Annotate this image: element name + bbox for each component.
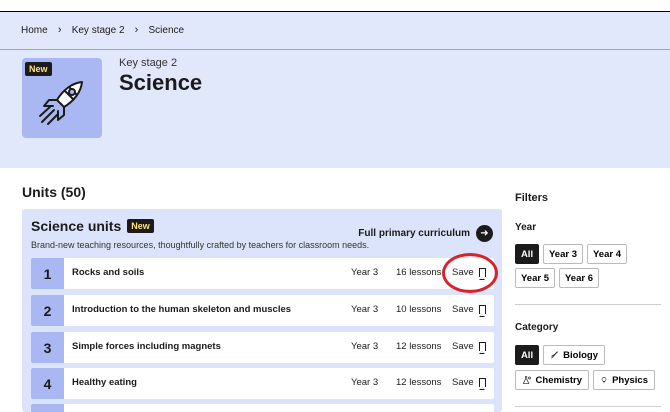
breadcrumb-current: Science (148, 24, 185, 36)
key-stage-label: Key stage 2 (119, 57, 178, 69)
unit-lessons: 12 lessons (396, 341, 442, 352)
chevron-right-icon: › (134, 24, 139, 36)
category-filter-chemistry[interactable]: Chemistry (515, 370, 589, 390)
lightbulb-icon (601, 377, 607, 384)
unit-year: Year 3 (351, 304, 379, 315)
filters-title: Filters (515, 192, 549, 204)
top-bar (0, 0, 670, 12)
unit-lessons: 10 lessons (396, 304, 442, 315)
breadcrumb-home[interactable]: Home (21, 25, 48, 36)
save-label: Save (452, 341, 474, 352)
breadcrumb-key-stage[interactable]: Key stage 2 (72, 25, 125, 36)
page-title: Science (119, 70, 203, 95)
hero-divider (0, 49, 670, 50)
unit-row[interactable]: 1 Rocks and soils Year 3 16 lessons Save (31, 258, 494, 289)
category-filter-physics[interactable]: Physics (593, 370, 655, 390)
highlight-circle (442, 253, 498, 293)
rocket-icon (39, 81, 83, 125)
biology-label: Biology (563, 349, 598, 361)
dna-icon (551, 351, 559, 359)
breadcrumb: Home › Key stage 2 › Science (21, 24, 184, 36)
save-button[interactable]: Save (452, 304, 486, 317)
year-filter-label: Year (515, 222, 537, 233)
category-filter-all[interactable]: All (515, 345, 539, 365)
unit-row-partial[interactable] (31, 404, 494, 412)
unit-lessons: 16 lessons (396, 267, 442, 278)
unit-title[interactable]: Simple forces including magnets (72, 341, 221, 352)
filters-divider (515, 304, 661, 305)
category-filter-label: Category (515, 322, 559, 333)
bookmark-icon (478, 378, 486, 390)
full-curriculum-label: Full primary curriculum (358, 228, 470, 239)
arrow-right-icon: ➜ (476, 225, 493, 242)
filters-divider (515, 406, 661, 407)
year-filter-year-4[interactable]: Year 4 (587, 244, 627, 264)
save-button[interactable]: Save (452, 341, 486, 354)
unit-number: 2 (31, 295, 64, 326)
year-filter-year-5[interactable]: Year 5 (515, 268, 555, 288)
new-badge: New (127, 219, 154, 233)
bookmark-icon (478, 342, 486, 354)
science-units-panel: Science units New Brand-new teaching res… (22, 209, 502, 412)
unit-year: Year 3 (351, 341, 379, 352)
unit-title[interactable]: Introduction to the human skeleton and m… (72, 304, 291, 315)
flask-icon (522, 376, 531, 384)
year-filter-year-3[interactable]: Year 3 (543, 244, 583, 264)
chemistry-label: Chemistry (535, 374, 582, 386)
unit-row[interactable]: 3 Simple forces including magnets Year 3… (31, 332, 494, 363)
year-filter-all[interactable]: All (515, 244, 539, 264)
unit-title[interactable]: Healthy eating (72, 377, 137, 388)
units-heading: Units (50) (22, 184, 86, 200)
unit-year: Year 3 (351, 267, 379, 278)
subject-hero: Home › Key stage 2 › Science New Key sta… (0, 12, 670, 168)
unit-title[interactable]: Rocks and soils (72, 267, 144, 278)
unit-number (31, 404, 64, 412)
unit-number: 1 (31, 258, 64, 289)
unit-lessons: 12 lessons (396, 377, 442, 388)
unit-year: Year 3 (351, 377, 379, 388)
panel-title-text: Science units (31, 218, 122, 234)
full-curriculum-link[interactable]: Full primary curriculum ➜ (358, 225, 493, 242)
panel-description: Brand-new teaching resources, thoughtful… (31, 240, 370, 250)
panel-title: Science units New (31, 218, 154, 234)
unit-row[interactable]: 4 Healthy eating Year 3 12 lessons Save (31, 368, 494, 399)
unit-row[interactable]: 2 Introduction to the human skeleton and… (31, 295, 494, 326)
unit-number: 4 (31, 368, 64, 399)
subject-image: New (22, 58, 102, 138)
bookmark-icon (478, 305, 486, 317)
physics-label: Physics (612, 374, 648, 386)
chevron-right-icon: › (57, 24, 62, 36)
save-button[interactable]: Save (452, 377, 486, 390)
save-label: Save (452, 377, 474, 388)
save-label: Save (452, 304, 474, 315)
category-filter-biology[interactable]: Biology (543, 345, 605, 365)
unit-number: 3 (31, 332, 64, 363)
year-filter-year-6[interactable]: Year 6 (559, 268, 599, 288)
